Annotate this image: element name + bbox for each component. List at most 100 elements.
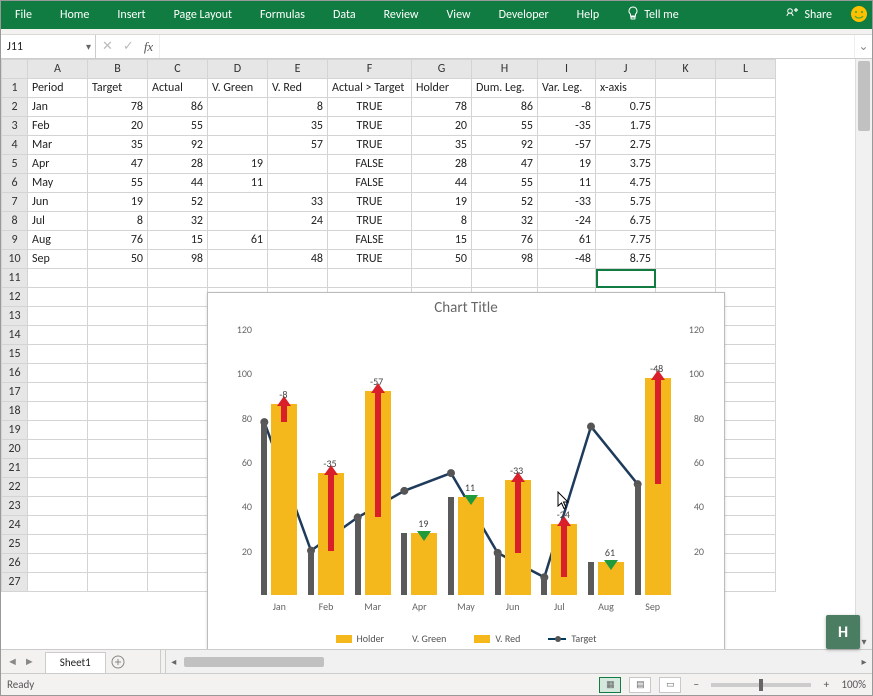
name-box[interactable]: J11 ▾ — [1, 35, 96, 58]
cell-D6[interactable]: 11 — [208, 174, 268, 193]
cell-B2[interactable]: 78 — [88, 98, 148, 117]
cell-J2[interactable]: 0.75 — [596, 98, 656, 117]
cell-D5[interactable]: 19 — [208, 155, 268, 174]
cell-H8[interactable]: 32 — [472, 212, 538, 231]
cell-I6[interactable]: 11 — [538, 174, 596, 193]
ribbon-tab-formulas[interactable]: Formulas — [246, 1, 319, 29]
cell-J7[interactable]: 5.75 — [596, 193, 656, 212]
row-header-3[interactable]: 3 — [2, 117, 28, 136]
cell-I2[interactable]: -8 — [538, 98, 596, 117]
cell-G5[interactable]: 28 — [412, 155, 472, 174]
cell-A1[interactable]: Period — [28, 79, 88, 98]
new-sheet-button[interactable] — [106, 650, 130, 673]
cell-K4[interactable] — [656, 136, 716, 155]
cell-F8[interactable]: TRUE — [328, 212, 412, 231]
cell-A6[interactable]: May — [28, 174, 88, 193]
bar-holder[interactable] — [588, 562, 594, 595]
cell-L5[interactable] — [716, 155, 776, 174]
chevron-down-icon[interactable]: ▾ — [86, 40, 91, 53]
cell-G11[interactable] — [412, 269, 472, 288]
row-header-22[interactable]: 22 — [2, 478, 28, 497]
cell-I3[interactable]: -35 — [538, 117, 596, 136]
cell-F9[interactable]: FALSE — [328, 231, 412, 250]
cell-A23[interactable] — [28, 497, 88, 516]
cell-B16[interactable] — [88, 364, 148, 383]
bar-holder[interactable] — [308, 551, 314, 595]
cell-C9[interactable]: 15 — [148, 231, 208, 250]
cell-H2[interactable]: 86 — [472, 98, 538, 117]
cell-G1[interactable]: Holder — [412, 79, 472, 98]
cell-B22[interactable] — [88, 478, 148, 497]
arrow-red[interactable] — [655, 378, 661, 484]
cell-F3[interactable]: TRUE — [328, 117, 412, 136]
formula-input[interactable] — [160, 35, 854, 58]
cell-C20[interactable] — [148, 440, 208, 459]
cell-B23[interactable] — [88, 497, 148, 516]
cell-C13[interactable] — [148, 307, 208, 326]
line-marker[interactable] — [587, 423, 595, 431]
cell-I4[interactable]: -57 — [538, 136, 596, 155]
ribbon-tab-file[interactable]: File — [1, 1, 46, 29]
cell-L1[interactable] — [716, 79, 776, 98]
bar-holder[interactable] — [448, 497, 454, 595]
select-all-corner[interactable] — [2, 60, 28, 79]
cell-C17[interactable] — [148, 383, 208, 402]
cell-B14[interactable] — [88, 326, 148, 345]
cell-L6[interactable] — [716, 174, 776, 193]
cell-I9[interactable]: 61 — [538, 231, 596, 250]
cell-D1[interactable]: V. Green — [208, 79, 268, 98]
cell-B7[interactable]: 19 — [88, 193, 148, 212]
cell-D8[interactable] — [208, 212, 268, 231]
cell-A27[interactable] — [28, 573, 88, 592]
cell-B24[interactable] — [88, 516, 148, 535]
ribbon-tab-insert[interactable]: Insert — [103, 1, 159, 29]
cell-H3[interactable]: 55 — [472, 117, 538, 136]
bar-holder[interactable] — [261, 422, 267, 595]
cell-J9[interactable]: 7.75 — [596, 231, 656, 250]
bar-yellow[interactable] — [271, 404, 297, 595]
cell-G7[interactable]: 19 — [412, 193, 472, 212]
cell-J6[interactable]: 4.75 — [596, 174, 656, 193]
cell-E1[interactable]: V. Red — [268, 79, 328, 98]
cell-H5[interactable]: 47 — [472, 155, 538, 174]
cell-A14[interactable] — [28, 326, 88, 345]
row-header-9[interactable]: 9 — [2, 231, 28, 250]
cell-E4[interactable]: 57 — [268, 136, 328, 155]
ribbon-tab-home[interactable]: Home — [46, 1, 103, 29]
bar-holder[interactable] — [635, 484, 641, 595]
row-header-7[interactable]: 7 — [2, 193, 28, 212]
cell-G9[interactable]: 15 — [412, 231, 472, 250]
cell-D7[interactable] — [208, 193, 268, 212]
cell-A26[interactable] — [28, 554, 88, 573]
cell-B18[interactable] — [88, 402, 148, 421]
ribbon-tab-developer[interactable]: Developer — [485, 1, 563, 29]
cell-B26[interactable] — [88, 554, 148, 573]
cell-A19[interactable] — [28, 421, 88, 440]
col-header-K[interactable]: K — [656, 60, 716, 79]
cell-G4[interactable]: 35 — [412, 136, 472, 155]
cell-A21[interactable] — [28, 459, 88, 478]
cell-C1[interactable]: Actual — [148, 79, 208, 98]
legend-item-holder[interactable]: Holder — [336, 632, 385, 645]
cell-B21[interactable] — [88, 459, 148, 478]
cell-E8[interactable]: 24 — [268, 212, 328, 231]
cell-F10[interactable]: TRUE — [328, 250, 412, 269]
cell-H11[interactable] — [472, 269, 538, 288]
arrow-red[interactable] — [515, 480, 521, 553]
row-header-12[interactable]: 12 — [2, 288, 28, 307]
cell-B5[interactable]: 47 — [88, 155, 148, 174]
cell-B15[interactable] — [88, 345, 148, 364]
cell-A17[interactable] — [28, 383, 88, 402]
bar-yellow[interactable] — [458, 497, 484, 595]
cell-B12[interactable] — [88, 288, 148, 307]
cell-G6[interactable]: 44 — [412, 174, 472, 193]
scrollbar-thumb[interactable] — [858, 61, 870, 131]
cell-E6[interactable] — [268, 174, 328, 193]
cell-B4[interactable]: 35 — [88, 136, 148, 155]
cell-K2[interactable] — [656, 98, 716, 117]
ribbon-tab-view[interactable]: View — [433, 1, 485, 29]
cell-D4[interactable] — [208, 136, 268, 155]
arrow-red[interactable] — [375, 391, 381, 517]
cell-E7[interactable]: 33 — [268, 193, 328, 212]
sheet-nav-next-icon[interactable]: ► — [24, 655, 35, 668]
